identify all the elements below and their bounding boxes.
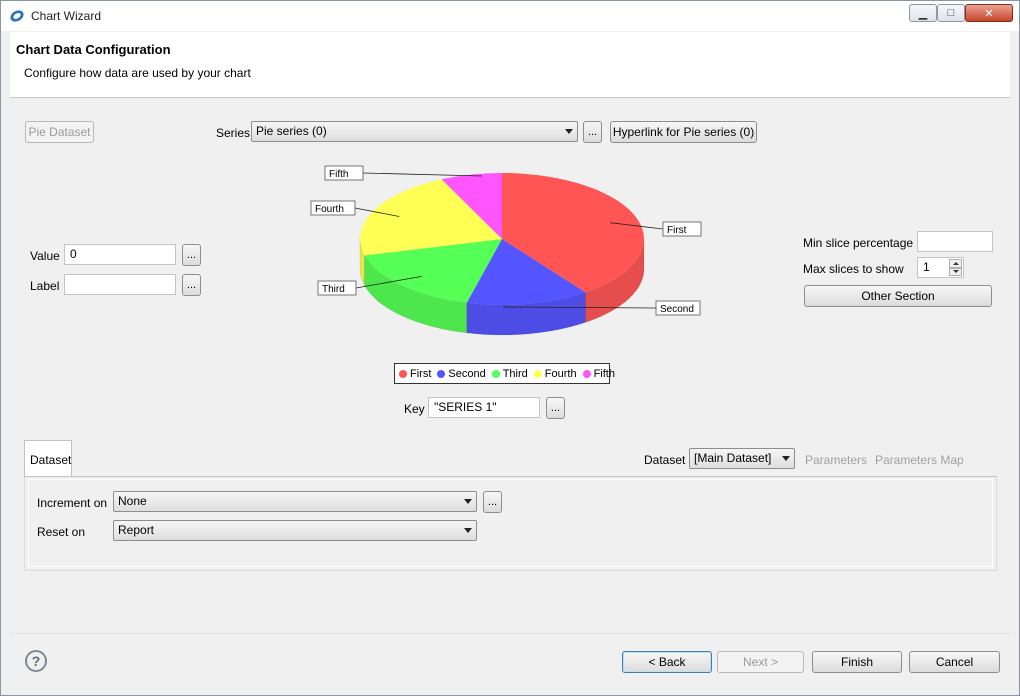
legend-swatch-first [399,369,407,378]
tab-dataset[interactable]: Dataset [24,440,72,477]
pie-chart: First Second Third Fourth Fifth [310,165,702,336]
legend-item-second: Second [437,367,486,380]
min-slice-input[interactable] [917,231,993,252]
pie-label-second: Second [660,304,694,315]
spin-down-icon[interactable] [949,267,962,276]
chevron-down-icon [565,129,573,134]
dataset-select[interactable]: [Main Dataset] [689,448,795,469]
min-slice-label: Min slice percentage [803,236,914,250]
legend-label-first: First [410,367,432,380]
next-button[interactable]: Next > [717,651,804,673]
pie-label-fourth: Fourth [315,204,344,215]
series-select-value: Pie series (0) [256,124,327,138]
label-browse-button[interactable]: ... [182,274,201,296]
value-input[interactable]: 0 [64,244,176,265]
value-label: Value [30,249,60,263]
maximize-button[interactable]: □ [937,4,965,22]
increment-browse-button[interactable]: ... [483,491,502,513]
footer-divider [10,633,1010,634]
chevron-down-icon [782,456,790,461]
page-title: Chart Data Configuration [16,42,171,57]
increment-select[interactable]: None [113,491,477,512]
legend-label-fifth: Fifth [593,367,615,380]
chevron-down-icon [464,528,472,533]
chart-wizard-window: Chart Wizard ▁ □ ✕ Chart Data Configurat… [0,0,1020,696]
legend-item-first: First [399,368,431,380]
parameters-map-link[interactable]: Parameters Map [875,453,964,467]
help-icon[interactable]: ? [25,650,47,672]
max-slices-label: Max slices to show [803,262,904,276]
chart-legend: First Second Third Fourth Fifth [394,363,615,384]
max-slices-spinner[interactable]: 1 [917,257,964,278]
label-input[interactable] [64,274,176,295]
key-input[interactable]: "SERIES 1" [428,397,540,418]
series-browse-button[interactable]: ... [583,121,602,143]
legend-swatch-second [437,369,446,378]
parameters-link[interactable]: Parameters [805,453,867,467]
wizard-header: Chart Data Configuration Configure how d… [10,32,1010,98]
back-button[interactable]: < Back [622,651,712,673]
value-browse-button[interactable]: ... [182,244,201,266]
minimize-button[interactable]: ▁ [909,4,937,22]
dataset-label: Dataset [644,453,686,467]
increment-select-value: None [118,494,147,508]
series-label: Series [216,126,251,140]
app-icon [10,10,24,22]
title-bar: Chart Wizard ▁ □ ✕ [1,1,1019,31]
key-browse-button[interactable]: ... [546,397,565,419]
max-slices-value: 1 [923,260,930,274]
close-button[interactable]: ✕ [965,4,1013,22]
legend-label-second: Second [448,367,486,380]
pie-dataset-button[interactable]: Pie Dataset [25,121,94,143]
legend-label-third: Third [502,367,528,380]
reset-label: Reset on [37,525,86,539]
hyperlink-button[interactable]: Hyperlink for Pie series (0) [610,121,757,143]
key-label: Key [404,402,425,416]
legend-swatch-fifth [582,369,591,378]
legend-swatch-third [491,369,500,378]
window-title: Chart Wizard [31,9,102,23]
pie-label-leader-fifth [362,172,483,177]
cancel-button[interactable]: Cancel [909,651,1000,673]
series-select[interactable]: Pie series (0) [251,121,578,142]
page-description: Configure how data are used by your char… [24,66,251,80]
reset-select-value: Report [118,523,155,537]
pie-label-third: Third [322,284,345,295]
legend-item-fourth: Fourth [533,367,577,380]
legend-item-third: Third [491,367,528,380]
legend-swatch-fourth [533,369,542,378]
label-label: Label [30,279,60,293]
finish-button[interactable]: Finish [812,651,902,673]
other-section-button[interactable]: Other Section [804,285,992,307]
legend-label-fourth: Fourth [544,367,577,380]
chevron-down-icon [464,499,472,504]
reset-select[interactable]: Report [113,520,477,541]
legend-item-fifth: Fifth [582,367,615,380]
pie-label-first: First [667,225,687,236]
increment-label: Increment on [37,496,108,510]
dataset-select-value: [Main Dataset] [694,451,772,465]
spin-up-icon[interactable] [949,259,962,268]
pie-label-fifth: Fifth [329,169,348,180]
